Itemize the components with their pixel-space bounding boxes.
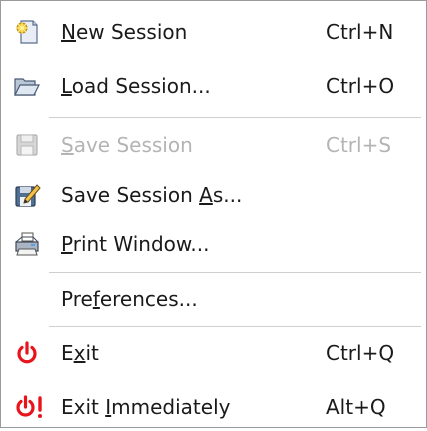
- shortcut-label: Ctrl+N: [326, 20, 394, 44]
- printer-icon: [13, 230, 41, 258]
- shortcut-label: Ctrl+O: [326, 74, 395, 98]
- shortcut-label: Ctrl+S: [326, 133, 392, 157]
- menu-item-exit-immediately[interactable]: Exit Immediately Alt+Q: [1, 383, 426, 431]
- menu-item-label: Preferences...: [61, 287, 198, 311]
- new-session-icon: [13, 18, 41, 46]
- menu-item-label: Exit: [61, 341, 99, 365]
- shortcut-label: Ctrl+Q: [326, 341, 395, 365]
- menu-item-label: Save Session: [61, 133, 193, 157]
- shortcut-label: Alt+Q: [326, 395, 386, 419]
- menu-item-load-session[interactable]: Load Session... Ctrl+O: [1, 62, 426, 110]
- power-exclaim-icon: [13, 393, 47, 421]
- file-menu: New Session Ctrl+N Load Session... Ctrl+…: [0, 0, 427, 428]
- menu-item-save-session: Save Session Ctrl+S: [1, 121, 426, 169]
- menu-item-save-session-as[interactable]: Save Session As...: [1, 171, 426, 219]
- menu-item-label: Save Session As...: [61, 183, 243, 207]
- menu-item-print-window[interactable]: Print Window...: [1, 220, 426, 268]
- menu-item-new-session[interactable]: New Session Ctrl+N: [1, 8, 426, 56]
- menu-separator: [49, 326, 421, 327]
- menu-item-label: New Session: [61, 20, 188, 44]
- menu-item-exit[interactable]: Exit Ctrl+Q: [1, 329, 426, 377]
- menu-item-preferences[interactable]: Preferences...: [1, 275, 426, 323]
- menu-separator: [49, 272, 421, 273]
- save-as-icon: [13, 181, 41, 209]
- folder-open-icon: [13, 72, 41, 100]
- power-icon: [13, 339, 41, 367]
- floppy-disk-icon: [13, 131, 41, 159]
- menu-item-label: Exit Immediately: [61, 395, 231, 419]
- menu-item-label: Print Window...: [61, 232, 210, 256]
- menu-separator: [49, 117, 421, 118]
- menu-item-label: Load Session...: [61, 74, 211, 98]
